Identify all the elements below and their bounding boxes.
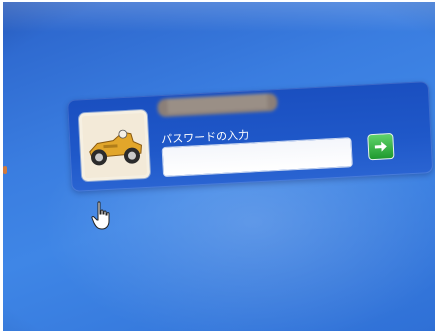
login-screen: ██████████ パスワードの入力 [3,2,435,331]
edge-marker [3,166,7,174]
top-highlight [3,2,435,32]
user-avatar[interactable] [78,109,151,182]
user-login-tile[interactable]: ██████████ パスワードの入力 [67,81,434,192]
user-name: ██████████ [157,93,278,118]
hand-pointer-icon [91,201,110,230]
race-car-icon [81,112,148,179]
submit-button[interactable] [367,132,395,161]
arrow-right-icon [374,141,387,152]
